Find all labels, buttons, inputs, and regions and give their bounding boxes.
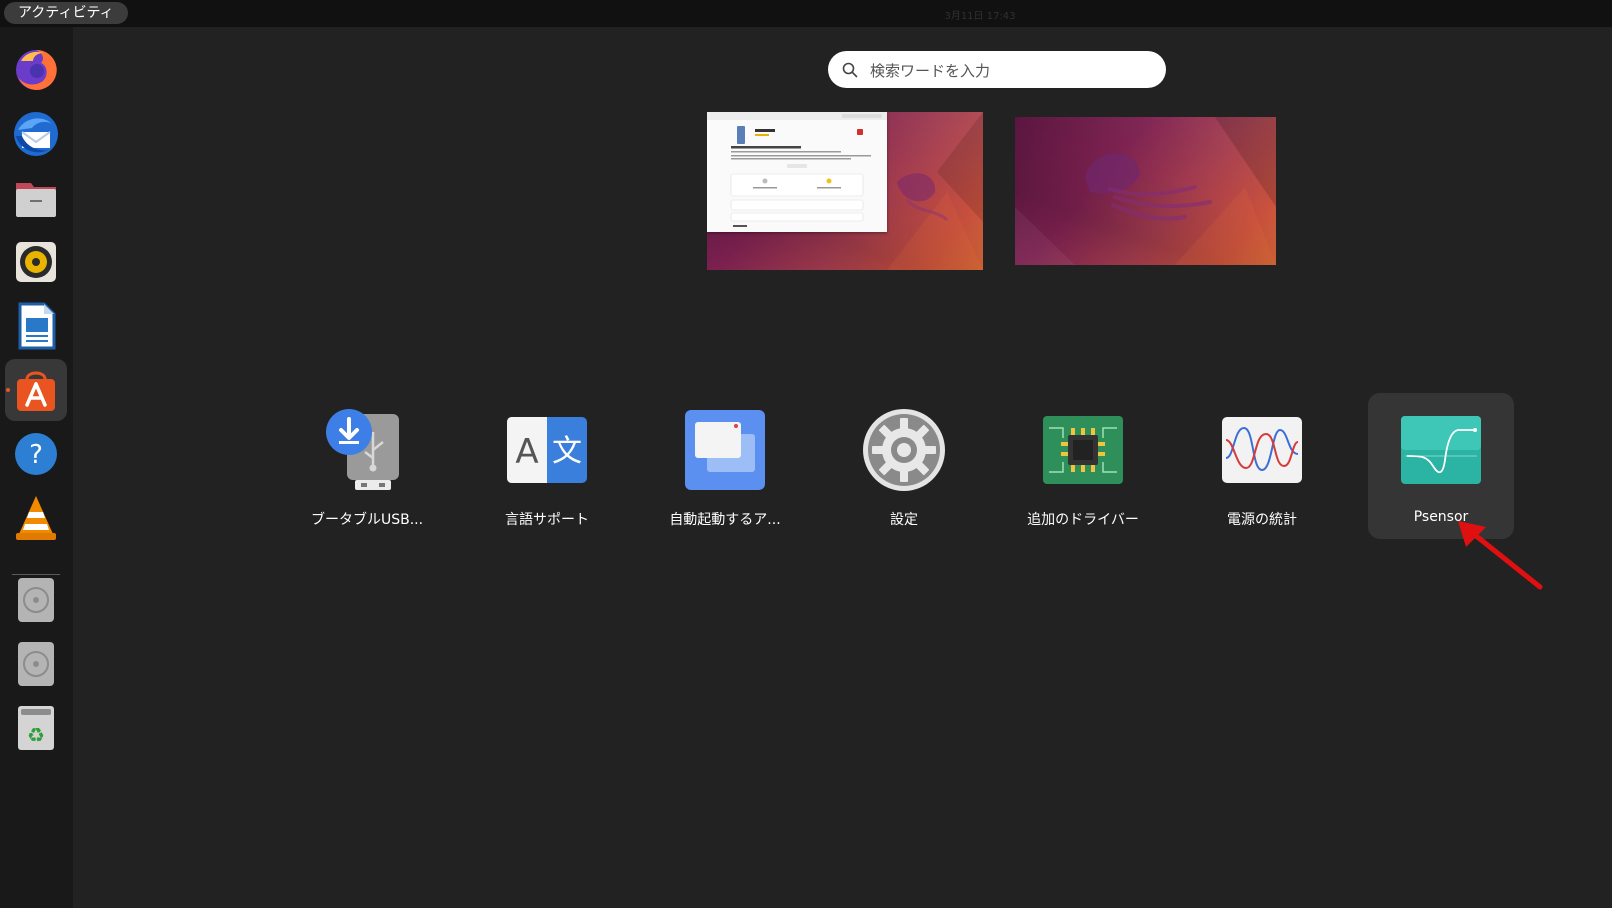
search-input[interactable]: [868, 51, 1152, 90]
writer-icon: [18, 302, 56, 350]
usb-creator-icon: [326, 409, 399, 490]
annotation-arrow-icon: [1458, 521, 1543, 590]
app-language-support[interactable]: A 文 言語サポート: [474, 393, 620, 539]
app-power-statistics[interactable]: 電源の統計: [1189, 393, 1335, 539]
dock-item-rhythmbox[interactable]: [5, 231, 67, 293]
settings-icon: [863, 409, 945, 491]
psensor-icon: [1401, 416, 1481, 484]
app-additional-drivers[interactable]: 追加のドライバー: [1010, 393, 1156, 539]
dock-item-thunderbird[interactable]: [5, 103, 67, 165]
workspace-thumbnail-2[interactable]: [1015, 117, 1276, 265]
workspace-thumbnail-1[interactable]: [707, 112, 983, 270]
svg-text:?: ?: [29, 440, 43, 470]
files-icon: [16, 183, 56, 217]
app-usb-creator[interactable]: ブータブルUSB...: [294, 393, 440, 539]
app-label: 言語サポート: [505, 512, 589, 528]
trash-icon: ♻: [18, 706, 54, 750]
dock: ? ♻: [0, 27, 73, 908]
search-icon: [842, 62, 858, 78]
dock-item-ubuntu-software[interactable]: [5, 359, 67, 421]
firefox-icon: [16, 49, 57, 90]
dock-item-writer[interactable]: [5, 295, 67, 357]
wallpaper-jellyfish: [1015, 117, 1276, 265]
additional-drivers-icon: [1043, 416, 1123, 484]
running-indicator: [6, 388, 10, 392]
help-icon: ?: [15, 433, 57, 475]
dock-item-files[interactable]: [5, 167, 67, 229]
startup-apps-icon: [685, 410, 765, 490]
ubuntu-software-icon: [17, 371, 55, 411]
dock-item-firefox[interactable]: [5, 39, 67, 101]
app-label: 電源の統計: [1227, 512, 1297, 528]
app-psensor[interactable]: Psensor: [1368, 393, 1514, 539]
app-startup-applications[interactable]: 自動起動するア...: [652, 393, 798, 539]
svg-text:A: A: [515, 432, 538, 472]
dock-item-drive-1[interactable]: [5, 569, 67, 631]
activities-button[interactable]: アクティビティ: [4, 2, 128, 24]
dock-item-drive-2[interactable]: [5, 633, 67, 695]
drive-icon: [18, 642, 54, 686]
dock-item-trash[interactable]: ♻: [5, 697, 67, 759]
drive-icon: [18, 578, 54, 622]
app-label: 自動起動するア...: [669, 512, 781, 528]
thunderbird-icon: [14, 112, 58, 156]
language-support-icon: A 文: [507, 417, 587, 483]
svg-text:♻: ♻: [27, 723, 45, 747]
app-label: 追加のドライバー: [1027, 512, 1139, 528]
app-settings[interactable]: 設定: [831, 393, 977, 539]
dock-item-help[interactable]: ?: [5, 423, 67, 485]
search-bar[interactable]: [828, 51, 1166, 90]
dock-item-vlc[interactable]: [5, 487, 67, 549]
top-bar: アクティビティ 3月11日 17:43: [0, 0, 1612, 27]
app-label: ブータブルUSB...: [310, 512, 424, 528]
vlc-icon: [16, 496, 56, 540]
app-label: 設定: [890, 512, 918, 528]
clock[interactable]: 3月11日 17:43: [900, 7, 1060, 22]
rhythmbox-icon: [16, 242, 56, 282]
window-thumbnail-psensor-store[interactable]: [707, 112, 887, 232]
svg-text:文: 文: [552, 434, 582, 469]
window-preview: [707, 112, 887, 227]
power-statistics-icon: [1222, 417, 1302, 483]
